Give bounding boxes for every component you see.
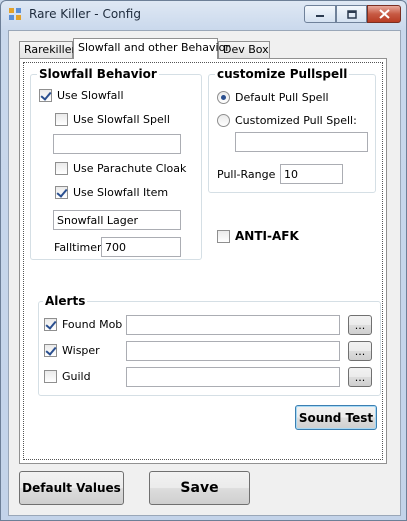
use-slowfall-item-checkbox[interactable]: Use Slowfall Item	[55, 186, 168, 199]
tab-panel: Slowfall Behavior Use Slowfall Use Slowf…	[19, 58, 387, 464]
wisper-browse-button[interactable]: ...	[348, 341, 372, 361]
tab-slowfall[interactable]: Slowfall and other Behavior	[73, 38, 230, 59]
use-slowfall-spell-checkbox[interactable]: Use Slowfall Spell	[55, 113, 170, 126]
default-pull-radio[interactable]: Default Pull Spell	[217, 91, 329, 104]
custom-pull-radio[interactable]: Customized Pull Spell:	[217, 114, 357, 127]
minimize-button[interactable]	[304, 5, 336, 23]
tab-label: Slowfall and other Behavior	[78, 41, 230, 54]
slowfall-spell-input[interactable]	[53, 134, 181, 154]
guild-sound-input[interactable]	[126, 367, 340, 387]
guild-check[interactable]	[44, 370, 57, 383]
tab-rarekiller[interactable]: Rarekiller	[19, 41, 77, 58]
pullspell-group: customize Pullspell Default Pull Spell C…	[208, 67, 376, 193]
found-mob-browse-button[interactable]: ...	[348, 315, 372, 335]
custom-pull-label: Customized Pull Spell:	[235, 114, 357, 127]
wisper-checkbox[interactable]: Wisper	[44, 344, 100, 357]
use-slowfall-label: Use Slowfall	[57, 89, 124, 102]
use-slowfall-checkbox[interactable]: Use Slowfall	[39, 89, 124, 102]
found-mob-sound-input[interactable]	[126, 315, 340, 335]
slowfall-group: Slowfall Behavior Use Slowfall Use Slowf…	[30, 67, 202, 260]
use-slowfall-spell-check[interactable]	[55, 113, 68, 126]
use-parachute-check[interactable]	[55, 162, 68, 175]
found-mob-checkbox[interactable]: Found Mob	[44, 318, 122, 331]
wisper-sound-input[interactable]	[126, 341, 340, 361]
maximize-button[interactable]	[336, 5, 367, 23]
wisper-label: Wisper	[62, 344, 100, 357]
guild-checkbox[interactable]: Guild	[44, 370, 91, 383]
anti-afk-label: ANTI-AFK	[235, 229, 299, 243]
use-slowfall-spell-label: Use Slowfall Spell	[73, 113, 170, 126]
custom-pull-radio-dot[interactable]	[217, 114, 230, 127]
save-button[interactable]: Save	[149, 471, 250, 505]
alerts-group-title: Alerts	[43, 294, 88, 308]
use-parachute-checkbox[interactable]: Use Parachute Cloak	[55, 162, 186, 175]
falltimer-input[interactable]	[101, 237, 181, 257]
tab-label: Rarekiller	[24, 43, 77, 56]
falltimer-label: Falltimer:	[54, 241, 106, 254]
default-values-button[interactable]: Default Values	[19, 471, 124, 505]
custom-pull-input[interactable]	[235, 132, 368, 152]
guild-browse-button[interactable]: ...	[348, 367, 372, 387]
pullspell-group-title: customize Pullspell	[215, 67, 350, 81]
maximize-icon	[346, 9, 357, 19]
use-slowfall-check[interactable]	[39, 89, 52, 102]
guild-label: Guild	[62, 370, 91, 383]
config-window: Rare Killer - Config Rarekiller Slowfall…	[0, 0, 407, 521]
found-mob-check[interactable]	[44, 318, 57, 331]
default-pull-label: Default Pull Spell	[235, 91, 329, 104]
window-title: Rare Killer - Config	[29, 7, 141, 21]
use-parachute-label: Use Parachute Cloak	[73, 162, 187, 175]
default-pull-radio-dot[interactable]	[217, 91, 230, 104]
sound-test-button[interactable]: Sound Test	[295, 405, 377, 430]
found-mob-label: Found Mob	[62, 318, 123, 331]
pull-range-input[interactable]	[280, 164, 343, 184]
close-icon	[378, 9, 390, 19]
close-button[interactable]	[367, 5, 401, 23]
use-slowfall-item-label: Use Slowfall Item	[73, 186, 169, 199]
anti-afk-checkbox[interactable]: ANTI-AFK	[217, 229, 299, 243]
wisper-check[interactable]	[44, 344, 57, 357]
client-area: Rarekiller Slowfall and other Behavior D…	[8, 30, 401, 516]
app-icon	[9, 8, 21, 20]
use-slowfall-item-check[interactable]	[55, 186, 68, 199]
minimize-icon	[316, 15, 324, 17]
title-bar[interactable]: Rare Killer - Config	[1, 1, 406, 29]
alerts-group: Alerts Found Mob ... Wisper ... Guild ..…	[38, 294, 381, 396]
pull-range-label: Pull-Range	[217, 168, 276, 181]
slowfall-item-input[interactable]	[53, 210, 181, 230]
anti-afk-check[interactable]	[217, 229, 230, 243]
slowfall-group-title: Slowfall Behavior	[37, 67, 159, 81]
